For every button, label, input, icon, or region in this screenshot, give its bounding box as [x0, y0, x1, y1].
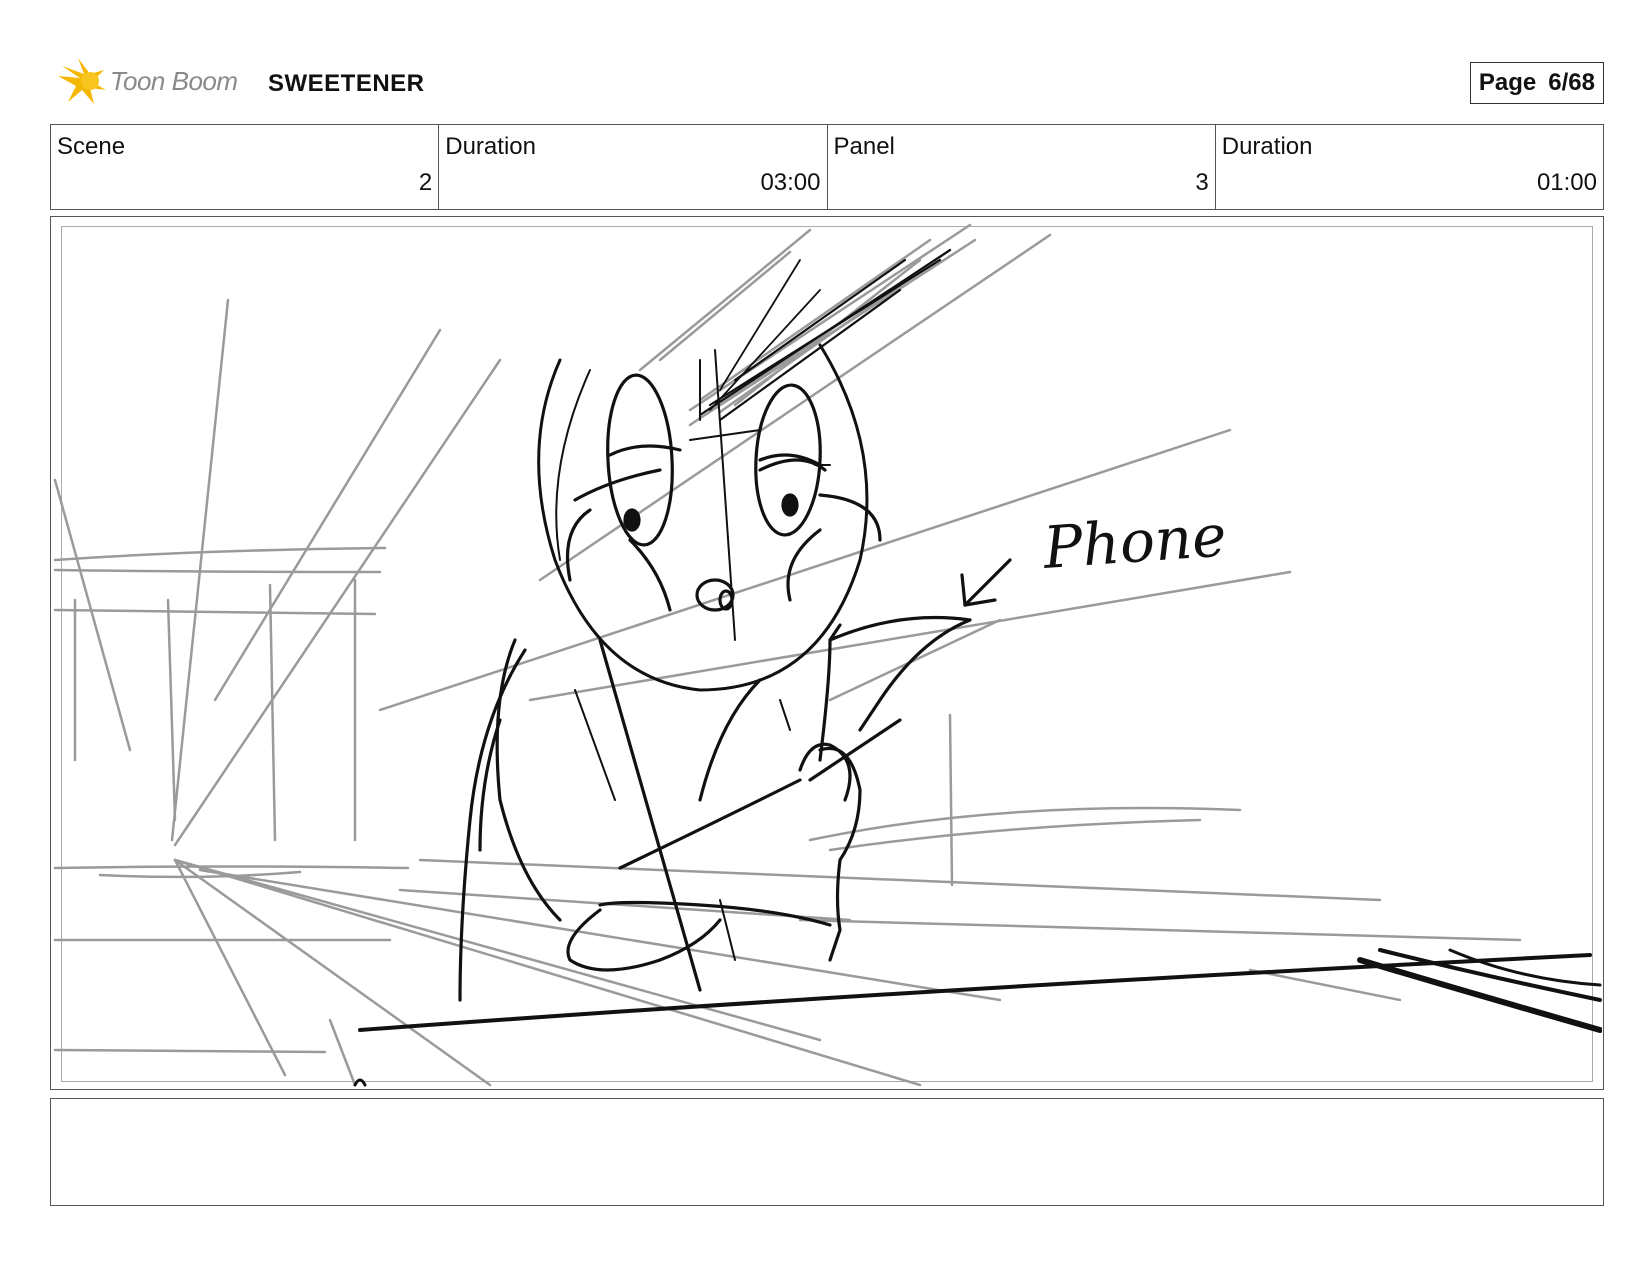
panel-sketch: Phone	[53, 223, 1602, 1087]
caption-box	[50, 1098, 1604, 1206]
phone-annotation: Phone	[1040, 501, 1228, 582]
character-sketch	[353, 248, 1602, 1087]
background-sketch-lines	[53, 223, 1522, 1087]
